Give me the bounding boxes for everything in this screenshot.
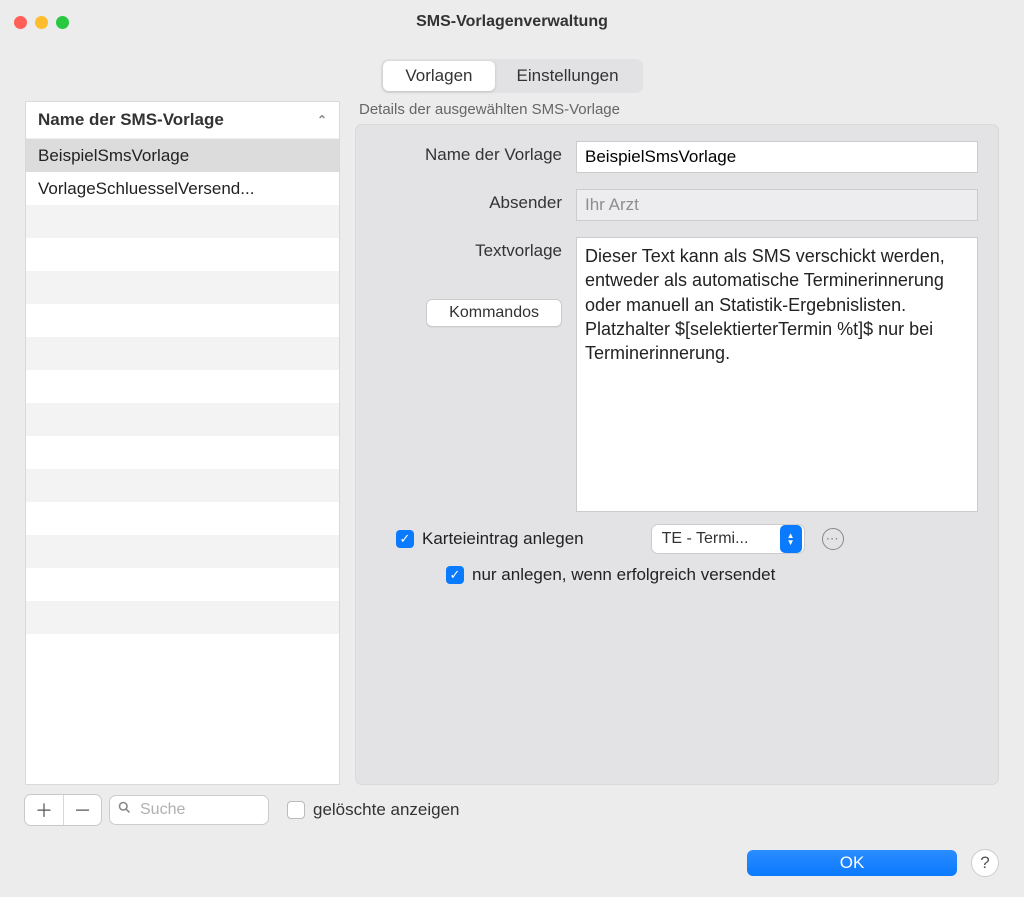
search-input[interactable] <box>109 795 269 825</box>
window-title: SMS-Vorlagenverwaltung <box>416 13 608 31</box>
ok-button[interactable]: OK <box>747 850 957 876</box>
tab-einstellungen[interactable]: Einstellungen <box>495 61 641 91</box>
bottom-controls: ＋ － gelöschte anzeigen <box>25 795 585 825</box>
row-name: Name der Vorlage <box>376 141 978 173</box>
add-button[interactable]: ＋ <box>25 795 63 825</box>
help-button[interactable]: ? <box>971 849 999 877</box>
sender-input <box>576 189 978 221</box>
checkbox-area: ✓ Karteieintrag anlegen TE - Termi... ▲▼… <box>376 525 978 585</box>
text-template-textarea[interactable] <box>576 237 978 512</box>
text-label: Textvorlage <box>475 237 562 261</box>
template-list: Name der SMS-Vorlage ⌃ BeispielSmsVorlag… <box>25 101 340 785</box>
list-item[interactable]: BeispielSmsVorlage <box>26 139 339 172</box>
list-item[interactable] <box>26 436 339 469</box>
left-column: Name der SMS-Vorlage ⌃ BeispielSmsVorlag… <box>25 101 340 785</box>
list-header-label: Name der SMS-Vorlage <box>38 110 224 130</box>
footer: OK ? <box>25 825 999 877</box>
add-remove-segment: ＋ － <box>25 795 101 825</box>
list-item[interactable] <box>26 370 339 403</box>
row-sender: Absender <box>376 189 978 221</box>
sort-caret-icon: ⌃ <box>317 113 327 127</box>
checkbox-anlegen[interactable]: ✓ <box>396 530 414 548</box>
right-column: Details der ausgewählten SMS-Vorlage Nam… <box>355 101 999 785</box>
row-anlegen: ✓ Karteieintrag anlegen TE - Termi... ▲▼… <box>396 525 978 553</box>
show-deleted-label: gelöschte anzeigen <box>313 800 460 820</box>
remove-button[interactable]: － <box>63 795 101 825</box>
tab-vorlagen[interactable]: Vorlagen <box>383 61 494 91</box>
titlebar: SMS-Vorlagenverwaltung <box>0 0 1024 44</box>
name-label: Name der Vorlage <box>376 141 576 165</box>
list-item[interactable] <box>26 205 339 238</box>
list-item[interactable]: VorlageSchluesselVersend... <box>26 172 339 205</box>
maximize-button[interactable] <box>56 16 69 29</box>
list-item[interactable] <box>26 634 339 667</box>
tabs-container: Vorlagen Einstellungen <box>25 59 999 93</box>
close-button[interactable] <box>14 16 27 29</box>
minimize-button[interactable] <box>35 16 48 29</box>
anlegen-label: Karteieintrag anlegen <box>422 529 584 549</box>
list-item[interactable] <box>26 238 339 271</box>
details-title: Details der ausgewählten SMS-Vorlage <box>355 101 999 118</box>
list-rows: BeispielSmsVorlage VorlageSchluesselVers… <box>26 139 339 784</box>
eintrag-type-popup[interactable]: TE - Termi... ▲▼ <box>652 525 804 553</box>
sender-label: Absender <box>376 189 576 213</box>
main-panels: Name der SMS-Vorlage ⌃ BeispielSmsVorlag… <box>25 101 999 785</box>
list-item[interactable] <box>26 469 339 502</box>
list-item[interactable] <box>26 502 339 535</box>
traffic-lights <box>14 16 69 29</box>
search-icon <box>117 800 132 820</box>
name-input[interactable] <box>576 141 978 173</box>
checkbox-show-deleted[interactable] <box>287 801 305 819</box>
updown-icon: ▲▼ <box>780 525 802 553</box>
kommandos-button[interactable]: Kommandos <box>426 299 562 327</box>
nur-anlegen-label: nur anlegen, wenn erfolgreich versendet <box>472 565 775 585</box>
list-item[interactable] <box>26 304 339 337</box>
list-item[interactable] <box>26 403 339 436</box>
row-nur-anlegen: ✓ nur anlegen, wenn erfolgreich versende… <box>396 565 978 585</box>
details-box: Name der Vorlage Absender Textvor <box>355 124 999 785</box>
popup-value: TE - Termi... <box>662 530 778 548</box>
content: Vorlagen Einstellungen Name der SMS-Vorl… <box>0 44 1024 897</box>
window: SMS-Vorlagenverwaltung Vorlagen Einstell… <box>0 0 1024 897</box>
list-item[interactable] <box>26 535 339 568</box>
row-text: Textvorlage Kommandos <box>376 237 978 517</box>
list-item[interactable] <box>26 337 339 370</box>
list-item[interactable] <box>26 568 339 601</box>
list-item[interactable] <box>26 271 339 304</box>
list-item[interactable] <box>26 601 339 634</box>
more-icon[interactable]: ⋯ <box>822 528 844 550</box>
tabs: Vorlagen Einstellungen <box>381 59 642 93</box>
checkbox-nur-anlegen[interactable]: ✓ <box>446 566 464 584</box>
list-header[interactable]: Name der SMS-Vorlage ⌃ <box>26 102 339 139</box>
